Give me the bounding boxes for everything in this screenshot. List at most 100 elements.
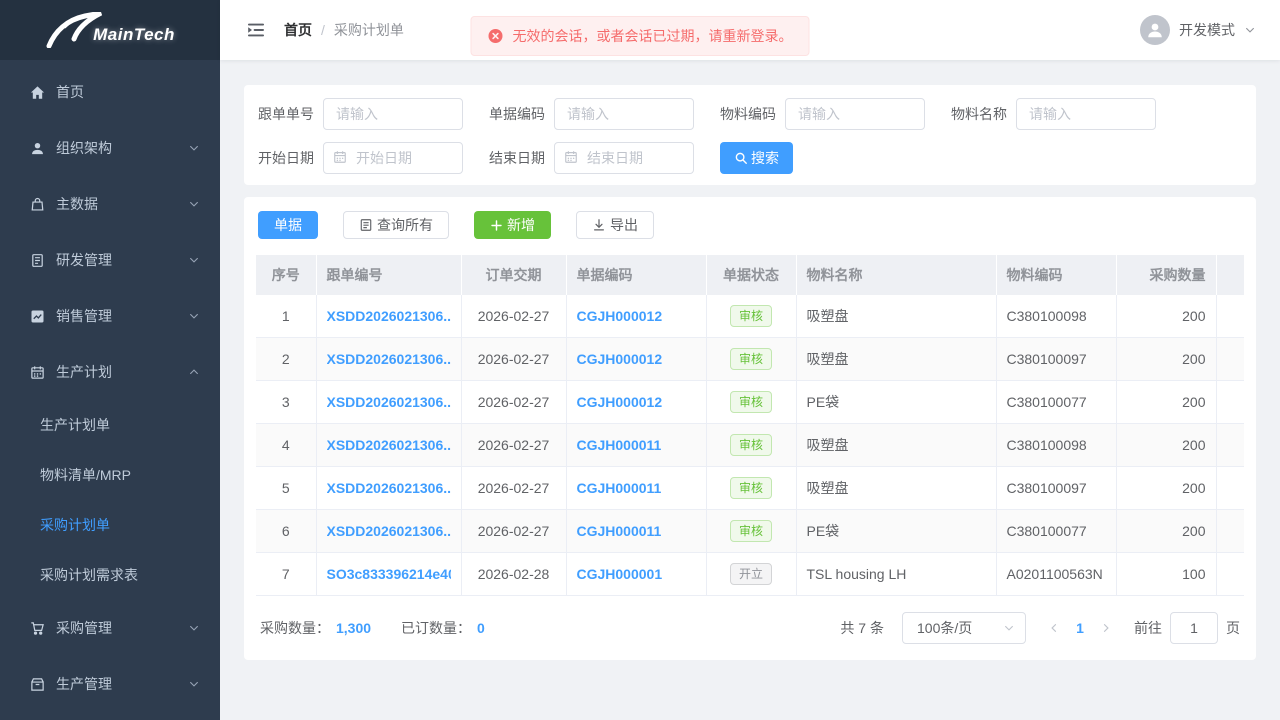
sidebar-item-purchase[interactable]: 采购管理 xyxy=(0,600,220,656)
export-button[interactable]: 导出 xyxy=(576,211,654,239)
doc-no-link[interactable]: CGJH000011 xyxy=(577,523,696,539)
search-icon xyxy=(734,151,748,165)
filter-group-material-name: 物料名称 xyxy=(951,98,1156,130)
cell-order-no: XSDD2026021306.. xyxy=(316,381,461,424)
filter-label-start-date: 开始日期 xyxy=(258,148,314,168)
page-content: 跟单单号单据编码物料编码物料名称 开始日期结束日期搜索 单据查询所有新增导出 序… xyxy=(220,60,1280,720)
doc-no-link[interactable]: CGJH000011 xyxy=(577,480,696,496)
chevron-up-icon xyxy=(188,366,200,378)
cell-material-name: TSL housing LH xyxy=(796,553,996,596)
prev-page-icon[interactable] xyxy=(1042,622,1066,634)
sidebar-item-production-plan[interactable]: 生产计划 xyxy=(0,344,220,400)
order-no-link[interactable]: XSDD2026021306.. xyxy=(327,523,451,539)
next-page-icon[interactable] xyxy=(1094,622,1118,634)
user-menu[interactable]: 开发模式 xyxy=(1140,15,1256,45)
sidebar-item-home[interactable]: 首页 xyxy=(0,64,220,120)
sidebar-subitem-production-plan-order[interactable]: 生产计划单 xyxy=(0,400,220,450)
cell-extra xyxy=(1216,381,1244,424)
query-all-button[interactable]: 查询所有 xyxy=(343,211,449,239)
cell-delivery-date: 2026-02-27 xyxy=(461,295,566,338)
cell-order-no: XSDD2026021306.. xyxy=(316,295,461,338)
sidebar-item-rd[interactable]: 研发管理 xyxy=(0,232,220,288)
app-window: MainTech 首页组织架构主数据研发管理销售管理生产计划生产计划单物料清单/… xyxy=(0,0,1280,720)
chevron-down-icon xyxy=(188,142,200,154)
doc-no-link[interactable]: CGJH000012 xyxy=(577,308,696,324)
sidebar-item-master-data[interactable]: 主数据 xyxy=(0,176,220,232)
order-no-link[interactable]: XSDD2026021306.. xyxy=(327,394,451,410)
cell-material-code: C380100097 xyxy=(996,338,1116,381)
table-row: 4XSDD2026021306..2026-02-27CGJH000011审核吸… xyxy=(256,424,1244,467)
cell-material-name: PE袋 xyxy=(796,381,996,424)
status-badge: 审核 xyxy=(730,434,772,456)
sidebar-item-label: 销售管理 xyxy=(56,306,188,326)
cell-seq: 7 xyxy=(256,553,316,596)
material-name-input[interactable] xyxy=(1016,98,1156,130)
sidebar-subitem-purchase-plan-order[interactable]: 采购计划单 xyxy=(0,500,220,550)
search-button[interactable]: 搜索 xyxy=(720,142,793,174)
cell-material-name: 吸塑盘 xyxy=(796,467,996,510)
order-no-link[interactable]: XSDD2026021306.. xyxy=(327,308,451,324)
cell-status: 审核 xyxy=(706,510,796,553)
cell-doc-no: CGJH000012 xyxy=(566,295,706,338)
cell-extra xyxy=(1216,424,1244,467)
column-header: 单据编码 xyxy=(566,255,706,295)
doc-code-input[interactable] xyxy=(554,98,694,130)
table-body: 1XSDD2026021306..2026-02-27CGJH000012审核吸… xyxy=(256,295,1244,596)
page-number[interactable]: 1 xyxy=(1066,620,1094,636)
cell-doc-no: CGJH000012 xyxy=(566,338,706,381)
sidebar-item-production[interactable]: 生产管理 xyxy=(0,656,220,712)
collapse-sidebar-icon[interactable] xyxy=(246,20,266,40)
filter-group-order-no: 跟单单号 xyxy=(258,98,463,130)
document-button[interactable]: 单据 xyxy=(258,211,318,239)
sidebar-subitem-purchase-plan-demand[interactable]: 采购计划需求表 xyxy=(0,550,220,600)
cell-order-no: XSDD2026021306.. xyxy=(316,424,461,467)
breadcrumb-home[interactable]: 首页 xyxy=(284,20,312,40)
cell-seq: 1 xyxy=(256,295,316,338)
doc-no-link[interactable]: CGJH000012 xyxy=(577,394,696,410)
material-code-input[interactable] xyxy=(785,98,925,130)
ordered-qty-stat: 已订数量： 0 xyxy=(401,618,485,638)
cell-status: 审核 xyxy=(706,424,796,467)
doc-no-link[interactable]: CGJH000012 xyxy=(577,351,696,367)
status-badge: 审核 xyxy=(730,305,772,327)
order-no-input[interactable] xyxy=(323,98,463,130)
filter-label-order-no: 跟单单号 xyxy=(258,104,314,124)
cell-status: 审核 xyxy=(706,381,796,424)
start-date-input[interactable] xyxy=(323,142,463,174)
query-all-button-label: 查询所有 xyxy=(377,215,433,235)
cell-material-name: 吸塑盘 xyxy=(796,424,996,467)
sidebar-subitem-bom-mrp[interactable]: 物料清单/MRP xyxy=(0,450,220,500)
end-date-input[interactable] xyxy=(554,142,694,174)
order-no-link[interactable]: XSDD2026021306.. xyxy=(327,437,451,453)
export-button-label: 导出 xyxy=(610,215,638,235)
goto-page-suffix: 页 xyxy=(1226,618,1240,638)
cell-doc-no: CGJH000011 xyxy=(566,510,706,553)
brand-logo: MainTech xyxy=(0,0,220,60)
order-no-link[interactable]: XSDD2026021306.. xyxy=(327,351,451,367)
doc-no-link[interactable]: CGJH000011 xyxy=(577,437,696,453)
sidebar-item-sales[interactable]: 销售管理 xyxy=(0,288,220,344)
order-no-link[interactable]: SO3c833396214e40 xyxy=(327,566,451,582)
order-no-link[interactable]: XSDD2026021306.. xyxy=(327,480,451,496)
cell-doc-no: CGJH000012 xyxy=(566,381,706,424)
document-button-label: 单据 xyxy=(274,215,302,235)
page-size-value: 100条/页 xyxy=(917,618,972,638)
status-badge: 审核 xyxy=(730,391,772,413)
page-size-select[interactable]: 100条/页 xyxy=(902,612,1026,644)
ordered-qty-label: 已订数量： xyxy=(401,618,471,638)
breadcrumb-current: 采购计划单 xyxy=(334,20,404,40)
document-icon xyxy=(359,218,373,232)
doc-no-link[interactable]: CGJH000001 xyxy=(577,566,696,582)
add-button[interactable]: 新增 xyxy=(474,211,551,239)
search-button-label: 搜索 xyxy=(751,148,779,168)
cell-qty: 200 xyxy=(1116,467,1216,510)
user-mode-label: 开发模式 xyxy=(1179,20,1235,40)
pagination: 共 7 条 100条/页 1 xyxy=(840,612,1240,644)
toolbar: 单据 查询所有 新增 导出 xyxy=(256,211,1244,239)
cell-doc-no: CGJH000011 xyxy=(566,467,706,510)
sidebar-item-org[interactable]: 组织架构 xyxy=(0,120,220,176)
goto-page-input[interactable] xyxy=(1170,612,1218,644)
cell-doc-no: CGJH000001 xyxy=(566,553,706,596)
column-header: 物料编码 xyxy=(996,255,1116,295)
pager: 1 xyxy=(1042,620,1118,636)
